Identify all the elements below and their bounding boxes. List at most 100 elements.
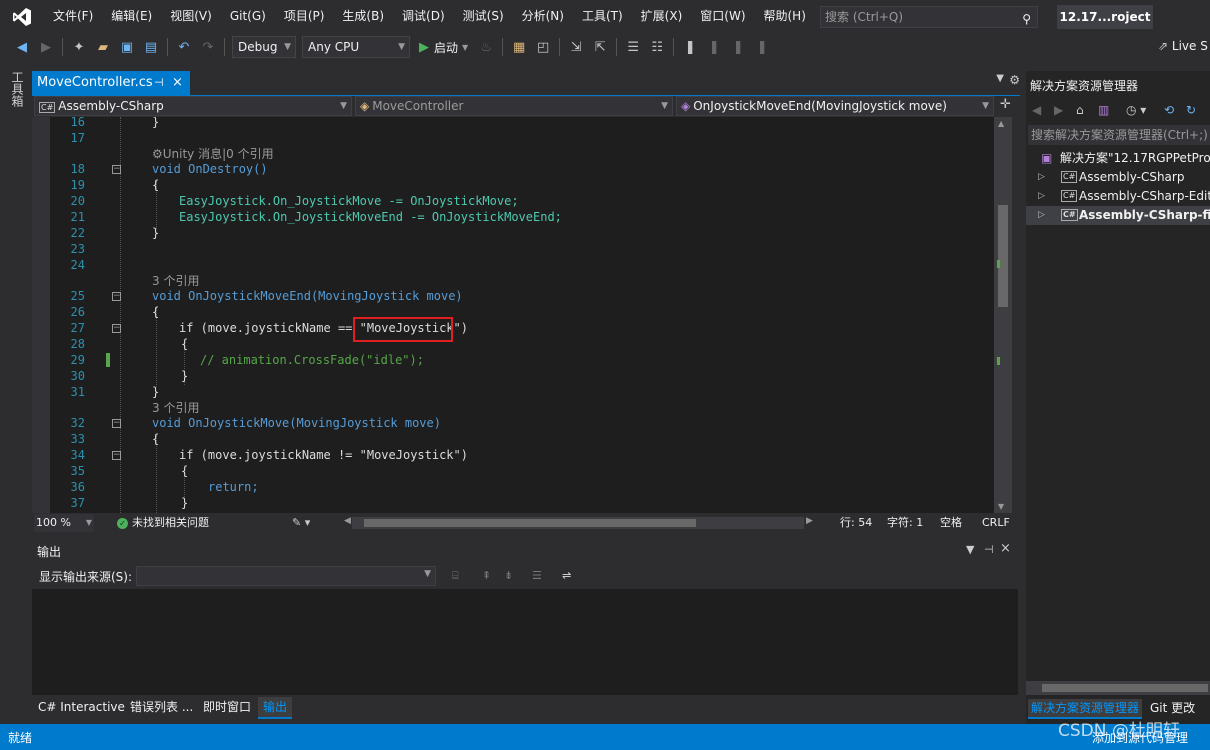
home-icon[interactable]: ⌂ bbox=[1076, 103, 1084, 117]
menu-git[interactable]: Git(G) bbox=[221, 0, 275, 33]
menu-tools[interactable]: 工具(T) bbox=[573, 0, 632, 33]
prev-message-icon[interactable]: ⇞ bbox=[482, 569, 491, 582]
pin-icon[interactable]: ⊣ bbox=[984, 543, 994, 556]
scroll-left-icon[interactable]: ◀ bbox=[344, 516, 351, 526]
refresh-icon[interactable]: ↻ bbox=[1186, 103, 1196, 117]
collapse-icon[interactable]: − bbox=[112, 324, 121, 333]
forward-icon[interactable]: ▶ bbox=[36, 37, 56, 57]
visual-studio-logo-icon[interactable] bbox=[10, 7, 34, 27]
project-node[interactable]: ▷ C# Assembly-CSharp bbox=[1026, 168, 1210, 187]
scrollbar-thumb[interactable] bbox=[364, 519, 696, 527]
output-source-select[interactable]: ▼ bbox=[136, 566, 436, 586]
menu-extensions[interactable]: 扩展(X) bbox=[632, 0, 692, 33]
expand-arrow-icon[interactable]: ▷ bbox=[1038, 206, 1045, 225]
collapse-icon[interactable]: − bbox=[112, 451, 121, 460]
back-icon[interactable]: ◀ bbox=[12, 37, 32, 57]
toolbox-tab[interactable]: 工具箱 bbox=[9, 71, 26, 107]
hot-reload-icon[interactable]: ♨ bbox=[476, 37, 496, 57]
solution-horizontal-scrollbar[interactable] bbox=[1026, 681, 1210, 695]
vertical-scrollbar[interactable]: ▲ ▼ bbox=[994, 117, 1012, 513]
browse-icon[interactable]: ▦ bbox=[509, 37, 529, 57]
tab-output[interactable]: 输出 bbox=[258, 697, 293, 719]
menu-analyze[interactable]: 分析(N) bbox=[513, 0, 573, 33]
menu-edit[interactable]: 编辑(E) bbox=[102, 0, 161, 33]
project-dropdown[interactable]: C# Assembly-CSharp ▼ bbox=[34, 96, 352, 116]
menu-project[interactable]: 项目(P) bbox=[275, 0, 334, 33]
next-bookmark-icon[interactable]: ❚ bbox=[728, 37, 748, 57]
comment-icon[interactable]: ☰ bbox=[623, 37, 643, 57]
output-text-area[interactable] bbox=[32, 589, 1018, 695]
scroll-right-icon[interactable]: ▶ bbox=[806, 516, 813, 526]
horizontal-scrollbar[interactable] bbox=[352, 517, 804, 529]
codelens-hint[interactable]: 3 个引用 bbox=[152, 273, 199, 289]
member-dropdown[interactable]: ◈ OnJoystickMoveEnd(MovingJoystick move) … bbox=[676, 96, 994, 116]
menu-view[interactable]: 视图(V) bbox=[161, 0, 221, 33]
menu-window[interactable]: 窗口(W) bbox=[691, 0, 754, 33]
gear-icon[interactable]: ⚙ bbox=[1009, 73, 1020, 87]
screenshot-icon[interactable]: ◰ bbox=[533, 37, 553, 57]
whitespace-indicator[interactable]: 空格 bbox=[940, 513, 962, 533]
pending-changes-icon[interactable]: ◷ ▾ bbox=[1126, 103, 1146, 117]
pin-icon[interactable]: ⊣ bbox=[154, 71, 164, 95]
scrollbar-thumb[interactable] bbox=[1042, 684, 1208, 692]
solution-root-node[interactable]: ▣ 解决方案"12.17RGPPetProj bbox=[1026, 149, 1210, 168]
tab-list-dropdown-icon[interactable]: ▼ bbox=[996, 73, 1004, 84]
new-project-icon[interactable]: ✦ bbox=[69, 37, 89, 57]
step-into-icon[interactable]: ⇲ bbox=[566, 37, 586, 57]
codelens-hint[interactable]: ⚙Unity 消息|0 个引用 bbox=[152, 146, 274, 162]
zoom-select[interactable]: 100 % ▼ bbox=[34, 514, 94, 532]
tab-git-changes[interactable]: Git 更改 bbox=[1150, 699, 1195, 717]
undo-icon[interactable]: ↶ bbox=[174, 37, 194, 57]
save-icon[interactable]: ▣ bbox=[117, 37, 137, 57]
line-ending-indicator[interactable]: CRLF bbox=[982, 513, 1010, 533]
live-share-button[interactable]: ⇗ Live S bbox=[1158, 39, 1208, 53]
save-all-icon[interactable]: ▤ bbox=[141, 37, 161, 57]
dropdown-icon[interactable]: ▼ bbox=[966, 543, 974, 556]
menu-build[interactable]: 生成(B) bbox=[333, 0, 393, 33]
collapse-icon[interactable]: − bbox=[112, 419, 121, 428]
prev-bookmark-icon[interactable]: ❚ bbox=[704, 37, 724, 57]
code-editor[interactable]: 16 17 18 19 20 21 22 23 24 25 26 27 28 2… bbox=[32, 117, 994, 513]
clear-all-icon[interactable]: ☰ bbox=[532, 569, 542, 582]
project-node-selected[interactable]: ▷ C# Assembly-CSharp-firs bbox=[1026, 206, 1210, 225]
tab-movecontroller[interactable]: MoveController.cs ⊣ × bbox=[32, 71, 190, 95]
solution-platform-select[interactable]: Any CPU ▼ bbox=[302, 36, 410, 58]
bookmark-icon[interactable]: ❚ bbox=[680, 37, 700, 57]
collapse-icon[interactable]: − bbox=[112, 165, 121, 174]
switch-views-icon[interactable]: ▥ bbox=[1098, 103, 1109, 117]
menu-debug[interactable]: 调试(D) bbox=[393, 0, 454, 33]
brush-icon[interactable]: ✎ ▾ bbox=[292, 516, 310, 529]
expand-arrow-icon[interactable]: ▷ bbox=[1038, 168, 1045, 187]
tab-immediate-window[interactable]: 即时窗口 bbox=[198, 697, 256, 719]
tab-error-list[interactable]: 错误列表 ... bbox=[125, 697, 198, 719]
start-debug-button[interactable]: ▶ 启动 ▼ bbox=[419, 39, 468, 56]
tab-csharp-interactive[interactable]: C# Interactive bbox=[33, 697, 130, 719]
class-dropdown[interactable]: ◈ MoveController ▼ bbox=[355, 96, 673, 116]
char-indicator[interactable]: 字符: 1 bbox=[887, 513, 923, 533]
menu-help[interactable]: 帮助(H) bbox=[755, 0, 815, 33]
scroll-down-icon[interactable]: ▼ bbox=[998, 502, 1004, 511]
collapse-icon[interactable]: − bbox=[112, 292, 121, 301]
word-wrap-icon[interactable]: ⇌ bbox=[562, 569, 571, 582]
uncomment-icon[interactable]: ☷ bbox=[647, 37, 667, 57]
next-message-icon[interactable]: ⇟ bbox=[504, 569, 513, 582]
forward-icon[interactable]: ▶ bbox=[1054, 103, 1063, 117]
codelens-hint[interactable]: 3 个引用 bbox=[152, 400, 199, 416]
search-icon[interactable]: ⚲ bbox=[1022, 9, 1031, 29]
step-over-icon[interactable]: ⇱ bbox=[590, 37, 610, 57]
line-indicator[interactable]: 行: 54 bbox=[840, 513, 872, 533]
project-node[interactable]: ▷ C# Assembly-CSharp-Edito bbox=[1026, 187, 1210, 206]
scroll-up-icon[interactable]: ▲ bbox=[998, 119, 1004, 128]
find-message-icon[interactable]: ⌸ bbox=[452, 569, 459, 583]
open-folder-icon[interactable]: ▰ bbox=[93, 37, 113, 57]
expand-arrow-icon[interactable]: ▷ bbox=[1038, 187, 1045, 206]
issues-indicator[interactable]: ✓ 未找到相关问题 bbox=[117, 514, 209, 532]
scrollbar-thumb[interactable] bbox=[998, 205, 1008, 307]
solution-configuration-select[interactable]: Debug ▼ bbox=[232, 36, 296, 58]
back-icon[interactable]: ◀ bbox=[1032, 103, 1041, 117]
solution-search-input[interactable]: 搜索解决方案资源管理器(Ctrl+;) bbox=[1028, 125, 1210, 145]
clear-bookmarks-icon[interactable]: ❚ bbox=[752, 37, 772, 57]
panel-splitter[interactable] bbox=[1012, 117, 1020, 513]
close-icon[interactable]: × bbox=[1000, 541, 1011, 556]
menu-test[interactable]: 测试(S) bbox=[454, 0, 513, 33]
